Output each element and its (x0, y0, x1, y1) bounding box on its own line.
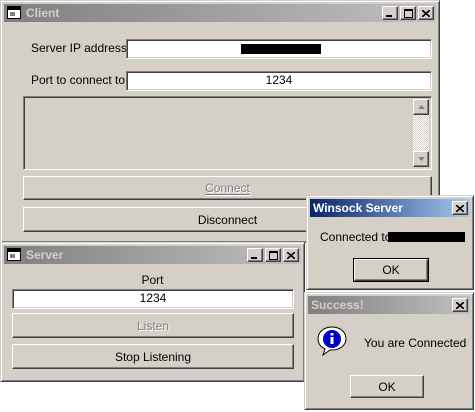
app-window-icon (7, 248, 21, 261)
port-label: Port to connect to: (31, 73, 129, 87)
success-message: You are Connected (364, 336, 467, 350)
redacted-host-address (388, 232, 465, 242)
maximize-button[interactable] (400, 6, 416, 20)
close-button[interactable] (452, 298, 468, 312)
close-button[interactable] (418, 6, 434, 20)
success-ok-label: OK (378, 379, 396, 394)
success-title: Success! (311, 298, 364, 312)
client-title: Client (26, 6, 60, 20)
arrow-down-icon (417, 157, 425, 161)
winsock-title: Winsock Server (313, 201, 403, 215)
arrow-up-icon (417, 105, 425, 109)
scroll-down-button[interactable] (413, 151, 429, 167)
server-title: Server (26, 248, 64, 262)
log-scrollbar[interactable] (413, 99, 429, 167)
winsock-server-dialog: Winsock Server Connected to OK (306, 195, 474, 290)
server-ip-label: Server IP address: (31, 41, 131, 55)
maximize-icon (268, 250, 278, 260)
close-icon (287, 251, 295, 259)
minimize-icon (251, 256, 257, 259)
minimize-button[interactable] (247, 248, 263, 262)
close-icon (456, 301, 464, 309)
client-title-bar[interactable]: Client (4, 4, 436, 22)
server-port-input[interactable]: 1234 (12, 289, 294, 309)
stop-listening-button[interactable]: Stop Listening (12, 344, 294, 369)
listen-label: Listen (136, 318, 170, 333)
success-ok-button[interactable]: OK (350, 375, 424, 398)
redacted-ip-address (241, 44, 321, 54)
disconnect-label: Disconnect (197, 212, 258, 227)
close-button[interactable] (452, 201, 468, 215)
server-window: Server Port 1234 Listen Stop Listening (0, 242, 305, 382)
minimize-button[interactable] (382, 6, 398, 20)
port-input[interactable]: 1234 (126, 71, 432, 91)
app-window-icon (7, 6, 21, 19)
server-port-value: 1234 (139, 291, 167, 305)
winsock-title-bar[interactable]: Winsock Server (310, 199, 470, 217)
close-icon (422, 9, 430, 17)
stop-listening-label: Stop Listening (114, 349, 192, 364)
server-title-bar[interactable]: Server (4, 246, 301, 264)
maximize-icon (403, 8, 413, 18)
close-icon (456, 204, 464, 212)
info-icon (317, 326, 347, 357)
scroll-up-button[interactable] (413, 99, 429, 115)
success-dialog: Success! You are Connected OK (304, 292, 474, 410)
minimize-icon (386, 14, 392, 17)
port-value: 1234 (265, 73, 293, 87)
log-textarea[interactable] (23, 96, 432, 170)
listen-button[interactable]: Listen (12, 313, 294, 338)
success-title-bar[interactable]: Success! (308, 296, 470, 314)
winsock-message: Connected to (320, 230, 392, 244)
winsock-ok-button[interactable]: OK (353, 258, 429, 282)
server-port-label: Port (141, 273, 164, 287)
close-button[interactable] (283, 248, 299, 262)
winsock-ok-label: OK (382, 263, 400, 277)
connect-label: Connect (205, 181, 250, 195)
maximize-button[interactable] (265, 248, 281, 262)
